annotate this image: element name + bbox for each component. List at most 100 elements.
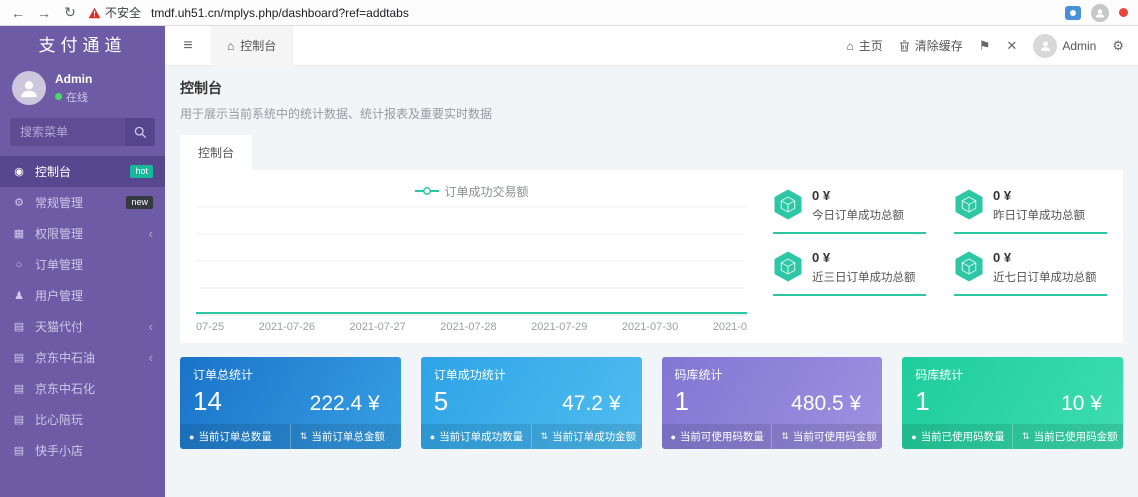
list-icon: ▤ — [12, 382, 26, 395]
topbar-user-menu[interactable]: Admin — [1033, 34, 1096, 58]
circle-icon: ● — [189, 432, 194, 442]
home-icon: ⌂ — [227, 39, 234, 53]
fullscreen-icon[interactable]: ✕ — [1006, 38, 1017, 54]
x-tick: 2021-0 — [713, 321, 747, 333]
summary-stats-grid: 0 ¥ 今日订单成功总额 0 ¥ 昨日订单成功总额 0 ¥ 近三日订单成功总额 — [773, 182, 1107, 333]
flag-icon[interactable]: ⚑ — [979, 38, 991, 54]
menu-label: 权限管理 — [35, 225, 83, 242]
card-order-success: 订单成功统计 5 47.2 ¥ ●当前订单成功数量 ⇅当前订单成功金额 — [421, 357, 642, 449]
app-window: 支付通道 Admin 在线 ◉ 控制台 hot — [0, 26, 1138, 497]
sidebar-item-dashboard[interactable]: ◉ 控制台 hot — [0, 156, 165, 187]
menu-search — [10, 118, 155, 146]
card-amount: 10 ¥ — [1061, 392, 1102, 416]
dashboard-icon: ◉ — [12, 165, 26, 178]
card-count: 1 — [915, 386, 929, 417]
person-icon — [1039, 39, 1052, 52]
card-amount-label: 当前已使用码金额 — [1034, 429, 1118, 444]
browser-avatar[interactable] — [1091, 4, 1109, 22]
list-icon: ▤ — [12, 413, 26, 426]
card-title: 码库统计 — [915, 366, 1110, 383]
permissions-icon: ▦ — [12, 227, 26, 240]
security-chip[interactable]: 不安全 — [88, 4, 141, 21]
sidebar-item-jd-sinopec[interactable]: ▤ 京东中石化 — [0, 373, 165, 404]
user-name: Admin — [55, 72, 92, 86]
card-order-total: 订单总统计 14 222.4 ¥ ●当前订单总数量 ⇅当前订单总金额 — [180, 357, 401, 449]
card-footer: ●当前可使用码数量 ⇅当前可使用码金额 — [662, 424, 883, 449]
stat-label: 昨日订单成功总额 — [993, 207, 1085, 223]
back-icon[interactable]: ← — [10, 5, 26, 21]
security-label: 不安全 — [105, 4, 141, 21]
sidebar-item-tmall[interactable]: ▤ 天猫代付 ‹ — [0, 311, 165, 342]
card-amount: 480.5 ¥ — [791, 392, 861, 416]
extension-icon[interactable] — [1065, 6, 1081, 20]
address-bar[interactable]: tmdf.uh51.cn/mplys.php/dashboard?ref=add… — [151, 6, 409, 20]
x-tick: 2021-07-30 — [622, 321, 678, 333]
card-count-label: 当前订单总数量 — [198, 429, 272, 444]
status-label: 在线 — [66, 89, 88, 105]
topbar-tab-dashboard[interactable]: ⌂ 控制台 — [211, 26, 293, 66]
clear-cache-label: 清除缓存 — [915, 37, 963, 54]
order-chart: 订单成功交易额 07-25 2021-07-26 2021-07-27 — [196, 182, 747, 333]
content-tabstrip: 控制台 — [180, 135, 1123, 170]
search-icon — [134, 126, 147, 139]
settings-gear-icon[interactable]: ⚙ — [1112, 38, 1124, 54]
card-footer: ●当前订单总数量 ⇅当前订单总金额 — [180, 424, 401, 449]
sidebar-menu: ◉ 控制台 hot ⚙ 常规管理 new ▦ 权限管理 ‹ ○ 订单管理 ♟ 用… — [0, 156, 165, 466]
cogs-icon: ⚙ — [12, 196, 26, 209]
tab-dashboard[interactable]: 控制台 — [180, 135, 252, 170]
stat-value: 0 ¥ — [993, 250, 1097, 265]
card-amount: 47.2 ¥ — [562, 392, 620, 416]
sidebar-item-permissions[interactable]: ▦ 权限管理 ‹ — [0, 218, 165, 249]
card-codes-used: 码库统计 1 10 ¥ ●当前已使用码数量 ⇅当前已使用码金额 — [902, 357, 1123, 449]
sidebar-item-kuaishou[interactable]: ▤ 快手小店 — [0, 435, 165, 466]
browser-right-controls — [1065, 4, 1128, 22]
chart-legend[interactable]: 订单成功交易额 — [196, 182, 747, 200]
menu-search-input[interactable] — [10, 125, 125, 139]
menu-search-button[interactable] — [125, 118, 155, 146]
list-icon: ▤ — [12, 351, 26, 364]
topbar-user-name: Admin — [1062, 39, 1096, 53]
sidebar-item-users[interactable]: ♟ 用户管理 — [0, 280, 165, 311]
card-count-label: 当前已使用码数量 — [921, 429, 1005, 444]
legend-label: 订单成功交易额 — [445, 183, 529, 200]
dashboard-content: 控制台 用于展示当前系统中的统计数据、统计报表及重要实时数据 控制台 订单成功交… — [165, 66, 1138, 497]
home-icon: ⌂ — [846, 39, 853, 53]
menu-label: 常规管理 — [35, 194, 83, 211]
card-count-label: 当前可使用码数量 — [680, 429, 764, 444]
stat-today: 0 ¥ 今日订单成功总额 — [773, 188, 926, 234]
stat-value: 0 ¥ — [993, 188, 1085, 203]
menu-label: 比心陪玩 — [35, 411, 83, 428]
x-tick: 2021-07-27 — [349, 321, 405, 333]
sidebar-item-orders[interactable]: ○ 订单管理 — [0, 249, 165, 280]
home-link[interactable]: ⌂ 主页 — [846, 37, 882, 54]
hexagon-icon — [773, 188, 803, 221]
menu-label: 订单管理 — [35, 256, 83, 273]
x-tick: 07-25 — [196, 321, 224, 333]
clear-cache-link[interactable]: 清除缓存 — [899, 37, 963, 54]
sidebar-item-bixin[interactable]: ▤ 比心陪玩 — [0, 404, 165, 435]
forward-icon[interactable]: → — [36, 5, 52, 21]
card-title: 订单总统计 — [193, 366, 388, 383]
sidebar: 支付通道 Admin 在线 ◉ 控制台 hot — [0, 26, 165, 497]
legend-line-marker-icon — [415, 186, 439, 196]
notification-dot-icon[interactable] — [1119, 8, 1128, 17]
card-count: 1 — [675, 386, 689, 417]
topbar-avatar — [1033, 34, 1057, 58]
hexagon-icon — [773, 250, 803, 283]
hexagon-icon — [954, 188, 984, 221]
sort-icon: ⇅ — [781, 431, 789, 442]
menu-label: 天猫代付 — [35, 318, 83, 335]
chevron-left-icon: ‹ — [149, 319, 153, 334]
sidebar-item-general[interactable]: ⚙ 常规管理 new — [0, 187, 165, 218]
hexagon-icon — [954, 250, 984, 283]
card-footer: ●当前已使用码数量 ⇅当前已使用码金额 — [902, 424, 1123, 449]
order-line-chart — [196, 205, 747, 317]
hamburger-icon[interactable]: ≡ — [165, 37, 211, 55]
browser-toolbar: ← → ↻ 不安全 tmdf.uh51.cn/mplys.php/dashboa… — [0, 0, 1138, 26]
stat-7days: 0 ¥ 近七日订单成功总额 — [954, 250, 1107, 296]
refresh-icon[interactable]: ↻ — [62, 4, 78, 21]
brand-title: 支付通道 — [0, 26, 165, 66]
topbar-right: ⌂ 主页 清除缓存 ⚑ ✕ Admin ⚙ — [846, 34, 1138, 58]
card-count-label: 当前订单成功数量 — [439, 429, 523, 444]
sidebar-item-jd-oil[interactable]: ▤ 京东中石油 ‹ — [0, 342, 165, 373]
